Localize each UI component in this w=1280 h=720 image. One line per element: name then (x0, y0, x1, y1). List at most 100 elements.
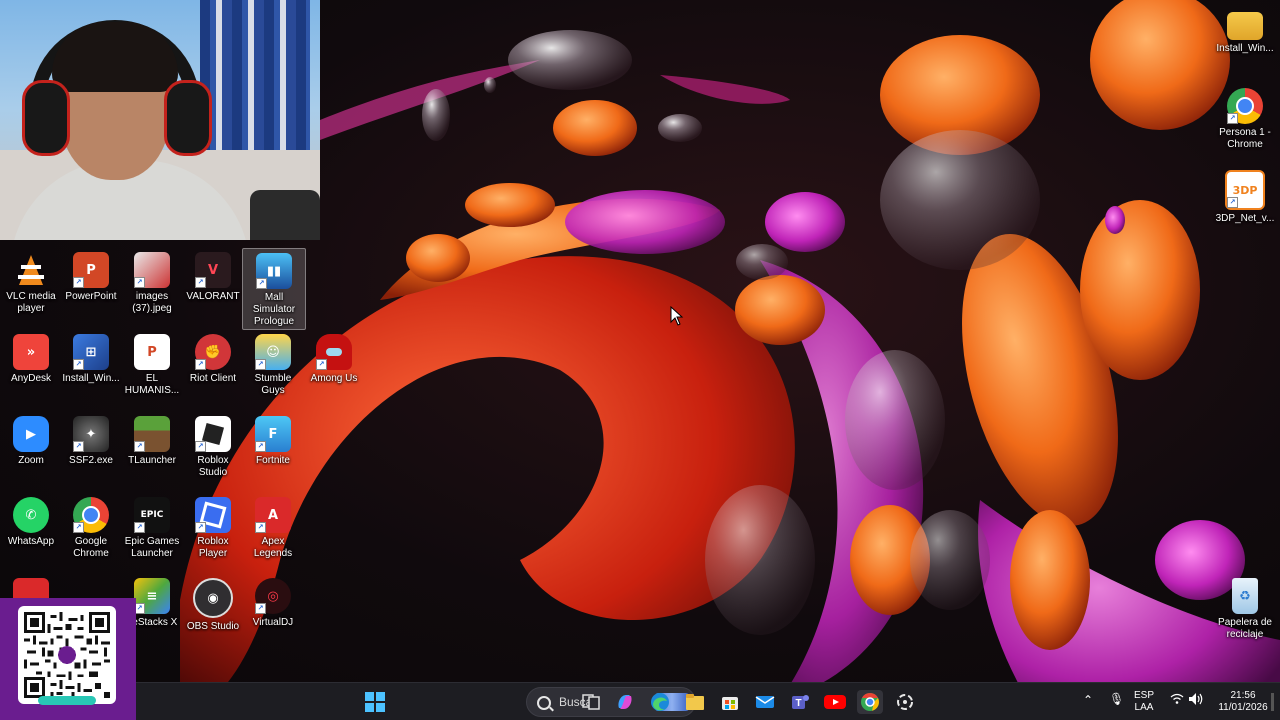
webcam-headset-cup-right (164, 80, 212, 156)
desktop-icon-el-humanis[interactable]: P EL HUMANIS... (121, 334, 183, 397)
desktop-icon-valorant[interactable]: V ↗ VALORANT (182, 252, 244, 303)
teams-button[interactable]: T (787, 690, 813, 714)
recycle-bin-icon: ♻ (1232, 578, 1258, 614)
install-windows-icon: ⊞ ↗ (73, 334, 109, 370)
clock-date: 11/01/2026 (1218, 702, 1268, 713)
chrome-taskbar-button[interactable] (857, 690, 883, 714)
virtualdj-icon: ◎ ↗ (255, 578, 291, 614)
ssf2-icon: ✦ ↗ (73, 416, 109, 452)
keyboard-layout: LAA (1134, 702, 1154, 713)
desktop-icon-chrome-persona[interactable]: ↗ Persona 1 - Chrome (1214, 88, 1276, 151)
qr-code-overlay (0, 598, 136, 720)
desktop-icon-label: TLauncher (128, 455, 176, 466)
desktop-icon-label: Epic Games Launcher (124, 536, 180, 559)
youtube-icon (824, 695, 846, 709)
mouse-cursor-icon (670, 306, 684, 326)
desktop-icon-label: Apex Legends (253, 536, 293, 559)
qr-code-image (24, 612, 110, 698)
desktop-icon-install-win[interactable]: ⊞ ↗ Install_Win... (60, 334, 122, 385)
desktop-icon-whatsapp[interactable]: ✆ WhatsApp (0, 497, 62, 548)
desktop-icon-fortnite[interactable]: F ↗ Fortnite (242, 416, 304, 467)
edge-button[interactable] (647, 690, 673, 714)
volume-icon[interactable] (1188, 692, 1204, 709)
task-view-button[interactable] (578, 690, 604, 714)
mall-simulator-icon: ▮▮ ↗ (256, 253, 292, 289)
wifi-icon[interactable] (1170, 693, 1184, 708)
start-button[interactable] (362, 690, 388, 714)
whatsapp-icon: ✆ (13, 497, 49, 533)
desktop-icon-label: EL HUMANIS... (124, 373, 180, 396)
taskbar: Buscar T ⌃ 🎙 ESP LAA 21:56 11/01/2026 (136, 682, 1280, 720)
microphone-icon[interactable]: 🎙 (1109, 692, 1124, 706)
desktop-icon-virtualdj[interactable]: ◎ ↗ VirtualDJ (242, 578, 304, 629)
riot-client-icon: ✊ ↗ (195, 334, 231, 370)
desktop-icon-label: VALORANT (186, 291, 240, 302)
webcam-headset-cup-left (22, 80, 70, 156)
desktop-icon-3dp[interactable]: 3DP ↗ 3DP_Net_v... (1214, 170, 1276, 225)
desktop-icon-label: VLC media player (6, 291, 56, 314)
apex-legends-icon: A ↗ (255, 497, 291, 533)
desktop-icon-tlauncher[interactable]: ↗ TLauncher (121, 416, 183, 467)
mail-icon (755, 696, 775, 708)
desktop-icon-label: Install_Win... (62, 373, 120, 384)
store-button[interactable] (717, 690, 743, 714)
file-explorer-button[interactable] (682, 690, 708, 714)
desktop-icon-install-win-right[interactable]: Install_Win... (1214, 8, 1276, 55)
desktop-icon-apex-legends[interactable]: A ↗ Apex Legends (242, 497, 304, 560)
desktop-icon-recycle-bin[interactable]: ♻ Papelera de reciclaje (1214, 578, 1276, 641)
bluestacks-icon: ≡ ↗ (134, 578, 170, 614)
desktop-icon-epic-games[interactable]: EPIC ↗ Epic Games Launcher (121, 497, 183, 560)
desktop-icon-label: Papelera de reciclaje (1218, 617, 1272, 640)
desktop-icon-powerpoint[interactable]: P ↗ PowerPoint (60, 252, 122, 303)
desktop-icon-anydesk[interactable]: » AnyDesk (0, 334, 62, 385)
stumble-guys-icon: ☺ ↗ (255, 334, 291, 370)
svg-text:T: T (795, 698, 801, 709)
desktop-icon-mall-simulator[interactable]: ▮▮ ↗ Mall Simulator Prologue (242, 248, 306, 330)
show-desktop-button[interactable] (1271, 693, 1274, 711)
store-icon (722, 697, 738, 710)
chatgpt-icon (897, 694, 913, 710)
anydesk-icon: » (13, 334, 49, 370)
desktop-icon-label: Persona 1 - Chrome (1219, 127, 1271, 150)
desktop-icon-stumble-guys[interactable]: ☺ ↗ Stumble Guys (242, 334, 304, 397)
desktop-icon-label: WhatsApp (7, 536, 55, 547)
clock-time: 21:56 (1230, 690, 1256, 701)
folder-icon (686, 694, 704, 710)
desktop-icon-label: AnyDesk (10, 373, 51, 384)
youtube-button[interactable] (822, 690, 848, 714)
desktop-icon-roblox-studio[interactable]: ↗ Roblox Studio (182, 416, 244, 479)
desktop-icon-obs-studio[interactable]: ◉ OBS Studio (182, 578, 244, 633)
desktop-icon-ssf2[interactable]: ✦ ↗ SSF2.exe (60, 416, 122, 467)
tlauncher-icon: ↗ (134, 416, 170, 452)
desktop-icon-zoom[interactable]: ▶ Zoom (0, 416, 62, 467)
desktop-icon-vlc[interactable]: VLC media player (0, 252, 62, 315)
among-us-icon: ↗ (316, 334, 352, 370)
desktop-icon-label: Fortnite (256, 455, 290, 466)
webcam-chair (250, 190, 320, 240)
desktop-icon-label: Mall Simulator Prologue (252, 292, 296, 327)
clock[interactable]: 21:56 11/01/2026 (1212, 690, 1274, 714)
qr-caption-tag (38, 696, 96, 705)
desktop-icon-roblox-player[interactable]: ↗ Roblox Player (182, 497, 244, 560)
desktop-icon-label: Google Chrome (73, 536, 109, 559)
desktop-icon-riot-client[interactable]: ✊ ↗ Riot Client (182, 334, 244, 385)
desktop-icon-label: Roblox Studio (197, 455, 229, 478)
desktop-icon-images[interactable]: ↗ images (37).jpeg (121, 252, 183, 315)
input-language-indicator[interactable]: ESP LAA (1132, 690, 1156, 714)
mail-button[interactable] (752, 690, 778, 714)
chatgpt-button[interactable] (892, 690, 918, 714)
desktop-icon-label: SSF2.exe (69, 455, 113, 466)
obs-studio-icon: ◉ (193, 578, 233, 618)
image-file-icon: ↗ (134, 252, 170, 288)
desktop-icon-label: Install_Win... (1216, 43, 1274, 54)
desktop-icon-google-chrome[interactable]: ↗ Google Chrome (60, 497, 122, 560)
desktop-icon-label: 3DP_Net_v... (1215, 213, 1275, 224)
desktop-icon-among-us[interactable]: ↗ Among Us (303, 334, 365, 385)
copilot-button[interactable] (612, 690, 638, 714)
epic-games-icon: EPIC ↗ (134, 497, 170, 533)
roblox-player-icon: ↗ (195, 497, 231, 533)
chrome-icon: ↗ (73, 497, 109, 533)
desktop-icon-label: Riot Client (189, 373, 237, 384)
chevron-up-icon[interactable]: ⌃ (1083, 693, 1093, 707)
task-view-icon (582, 694, 600, 710)
